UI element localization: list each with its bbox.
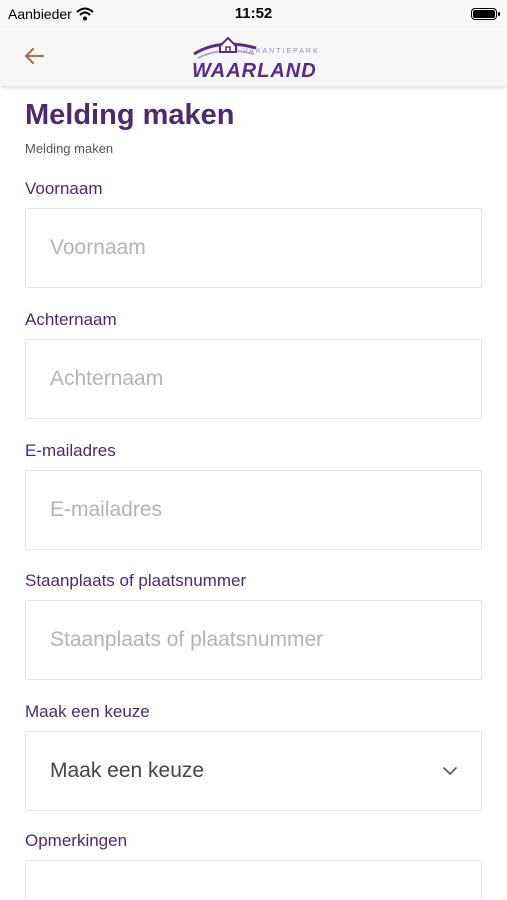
first-name-field-box: [25, 208, 482, 288]
arrow-left-icon: [24, 47, 45, 65]
remarks-textarea[interactable]: [26, 861, 481, 900]
chevron-down-icon: [443, 767, 457, 775]
last-name-input[interactable]: [26, 340, 481, 418]
choice-label: Maak een keuze: [25, 702, 150, 721]
choice-select-value: Maak een keuze: [50, 759, 205, 782]
logo-main-text: WAARLAND: [192, 60, 317, 82]
status-time: 11:52: [234, 5, 273, 22]
status-bar: Aanbieder 11:52: [0, 0, 507, 28]
first-name-label: Voornaam: [25, 179, 103, 198]
pitch-input[interactable]: [26, 601, 481, 679]
battery-icon: [471, 8, 500, 20]
pitch-label: Staanplaats of plaatsnummer: [25, 571, 247, 590]
email-label: E-mailadres: [25, 441, 116, 460]
email-field-box: [25, 470, 482, 550]
logo-house-icon: [193, 36, 257, 59]
remarks-field-box: [25, 860, 482, 900]
logo-small-text: VAKANTIEPARK: [243, 48, 320, 55]
last-name-label: Achternaam: [25, 310, 117, 329]
breadcrumb: Melding maken: [25, 141, 114, 156]
last-name-field-box: [25, 339, 482, 419]
nav-bar: VAKANTIEPARK WAARLAND: [0, 28, 507, 86]
remarks-label: Opmerkingen: [25, 831, 128, 850]
email-input[interactable]: [26, 471, 481, 549]
page-title: Melding maken: [25, 99, 235, 131]
first-name-input[interactable]: [26, 209, 481, 287]
choice-select[interactable]: Maak een keuze: [25, 731, 482, 811]
logo: VAKANTIEPARK WAARLAND: [188, 32, 324, 82]
pitch-field-box: [25, 600, 482, 680]
back-button[interactable]: [16, 38, 52, 74]
